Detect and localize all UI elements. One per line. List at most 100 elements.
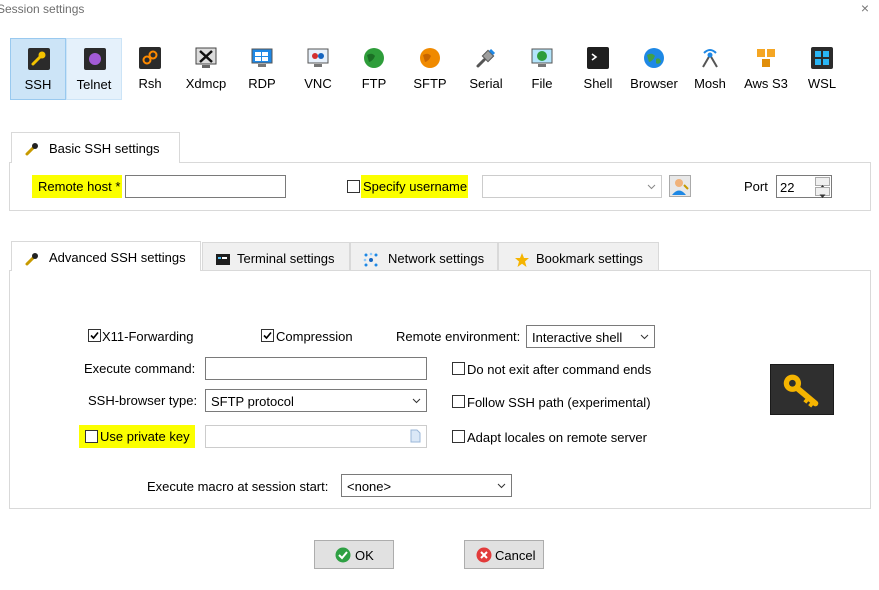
x11-forwarding-label: X11-Forwarding: [102, 329, 194, 344]
checkmark-icon: [263, 331, 272, 340]
execute-macro-select[interactable]: <none>: [341, 474, 512, 497]
ssh-browser-type-label: SSH-browser type:: [88, 393, 198, 408]
remote-environment-value: Interactive shell: [532, 330, 623, 345]
arrow-down-icon: [819, 194, 826, 198]
tab-label: Network settings: [388, 251, 485, 266]
rsh-icon: [139, 47, 161, 69]
protocol-shell-button[interactable]: Shell: [570, 38, 626, 100]
cancel-x-icon: [476, 547, 492, 563]
wrench-icon: [25, 253, 38, 266]
follow-ssh-path-checkbox[interactable]: [452, 395, 465, 408]
tab-bookmark-settings[interactable]: Bookmark settings: [498, 242, 659, 270]
port-up-button[interactable]: [815, 177, 830, 189]
ssh-key-illustration: [770, 364, 834, 415]
adapt-locales-label: Adapt locales on remote server: [467, 430, 647, 445]
port-down-button[interactable]: [815, 187, 830, 198]
serial-plug-icon: [476, 48, 496, 68]
protocol-label: Browser: [630, 76, 678, 91]
star-icon: [515, 253, 529, 267]
execute-command-label: Execute command:: [84, 361, 196, 376]
do-not-exit-label: Do not exit after command ends: [467, 362, 652, 377]
ssh-wrench-icon: [28, 48, 50, 70]
rdp-icon: [251, 48, 273, 67]
xdmcp-icon: [195, 47, 217, 68]
protocol-label: SSH: [24, 77, 52, 92]
do-not-exit-checkbox[interactable]: [452, 362, 465, 375]
tab-label: Advanced SSH settings: [49, 250, 186, 265]
compression-checkbox[interactable]: [261, 329, 274, 342]
protocol-wsl-button[interactable]: WSL: [794, 38, 850, 100]
specify-username-label: Specify username: [361, 175, 468, 198]
protocol-label: FTP: [361, 76, 387, 91]
ok-button[interactable]: OK: [314, 540, 394, 569]
key-icon: [783, 374, 819, 408]
protocol-label: Shell: [583, 76, 613, 91]
wrench-icon: [25, 143, 38, 156]
window-title: Session settings: [0, 2, 85, 16]
protocol-rsh-button[interactable]: Rsh: [122, 38, 178, 100]
private-key-path-input[interactable]: [205, 425, 427, 448]
protocol-label: Serial: [469, 76, 503, 91]
tab-network-settings[interactable]: Network settings: [350, 242, 498, 270]
remote-host-input[interactable]: [125, 175, 286, 198]
chevron-down-icon: [640, 334, 649, 340]
remote-host-label: Remote host *: [32, 175, 122, 198]
protocol-rdp-button[interactable]: RDP: [234, 38, 290, 100]
user-icon: [672, 179, 689, 195]
chevron-down-icon: [497, 483, 506, 489]
protocol-ssh-button[interactable]: SSH: [10, 38, 66, 100]
remote-environment-label: Remote environment:: [396, 329, 521, 344]
x11-forwarding-checkbox[interactable]: [88, 329, 101, 342]
port-label: Port: [744, 179, 768, 194]
protocol-xdmcp-button[interactable]: Xdmcp: [178, 38, 234, 100]
file-browse-icon[interactable]: [410, 429, 421, 443]
adapt-locales-checkbox[interactable]: [452, 430, 465, 443]
use-private-key-checkbox[interactable]: [85, 430, 98, 443]
protocol-mosh-button[interactable]: Mosh: [682, 38, 738, 100]
close-icon[interactable]: ×: [861, 0, 869, 16]
protocol-browser-button[interactable]: Browser: [626, 38, 682, 100]
protocol-label: VNC: [304, 76, 332, 91]
username-combo[interactable]: [482, 175, 662, 198]
file-icon: [531, 48, 553, 67]
protocol-label: Telnet: [76, 77, 112, 92]
checkmark-icon: [90, 331, 99, 340]
protocol-label: Mosh: [694, 76, 726, 91]
protocol-file-button[interactable]: File: [514, 38, 570, 100]
execute-macro-label: Execute macro at session start:: [147, 479, 329, 494]
remote-environment-select[interactable]: Interactive shell: [526, 325, 655, 348]
protocol-telnet-button[interactable]: Telnet: [66, 38, 122, 100]
aws-s3-icon: [757, 49, 775, 67]
specify-username-checkbox[interactable]: [347, 180, 360, 193]
tab-basic-ssh-settings[interactable]: Basic SSH settings: [11, 132, 180, 163]
protocol-label: WSL: [807, 76, 837, 91]
tab-advanced-ssh-settings[interactable]: Advanced SSH settings: [11, 241, 201, 271]
tab-terminal-settings[interactable]: Terminal settings: [202, 242, 350, 270]
ssh-browser-type-select[interactable]: SFTP protocol: [205, 389, 427, 412]
vnc-icon: [307, 48, 329, 67]
cancel-label: Cancel: [495, 548, 536, 563]
execute-command-input[interactable]: [205, 357, 427, 380]
execute-macro-value: <none>: [347, 479, 392, 494]
cancel-button[interactable]: Cancel: [464, 540, 544, 569]
ok-check-icon: [335, 547, 351, 563]
protocol-aws-s3-button[interactable]: Aws S3: [738, 38, 794, 100]
chevron-down-icon: [412, 398, 421, 404]
mosh-antenna-icon: [702, 49, 718, 68]
protocol-serial-button[interactable]: Serial: [458, 38, 514, 100]
ssh-browser-type-value: SFTP protocol: [211, 394, 294, 409]
protocol-sftp-button[interactable]: SFTP: [402, 38, 458, 100]
protocol-ftp-button[interactable]: FTP: [346, 38, 402, 100]
protocol-label: SFTP: [413, 76, 447, 91]
tab-label: Basic SSH settings: [49, 141, 160, 156]
terminal-icon: [216, 254, 230, 265]
sftp-globe-icon: [420, 48, 440, 68]
follow-ssh-path-label: Follow SSH path (experimental): [467, 395, 651, 410]
protocol-label: RDP: [248, 76, 276, 91]
protocol-vnc-button[interactable]: VNC: [290, 38, 346, 100]
user-manager-button[interactable]: [669, 175, 691, 197]
wsl-windows-icon: [811, 47, 833, 69]
shell-terminal-icon: [587, 47, 609, 69]
telnet-icon: [84, 48, 106, 70]
port-spinner[interactable]: 22: [776, 175, 832, 198]
